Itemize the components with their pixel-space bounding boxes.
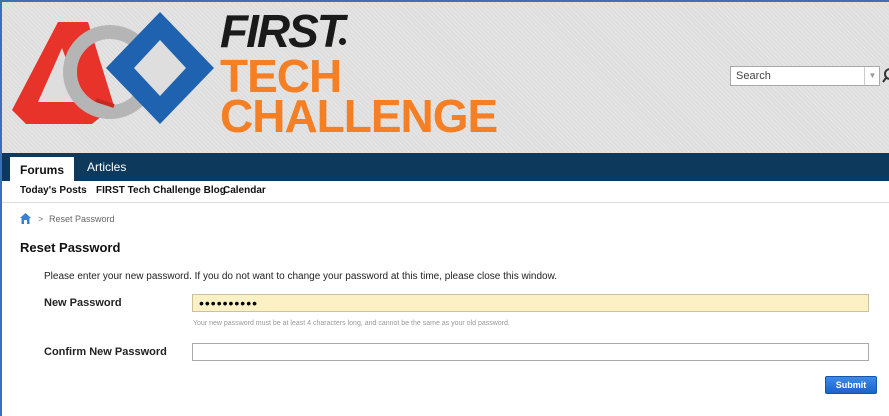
chevron-down-icon[interactable]: ▼ [864,67,880,85]
logo-dot [339,38,346,45]
tab-forums[interactable]: Forums [10,157,75,181]
confirm-password-label: Confirm New Password [44,346,167,358]
breadcrumb-current: Reset Password [49,214,115,224]
search-icon[interactable] [882,64,889,88]
submit-button[interactable]: Submit [825,376,877,394]
page-title: Reset Password [20,240,121,255]
logo-first-text: FIRST [220,5,345,57]
page-frame: FIRST TECH CHALLENGE ▼ Forums Articles T… [0,0,889,416]
first-logo-icon[interactable] [10,10,215,135]
search-box: ▼ [730,66,880,86]
site-header: FIRST TECH CHALLENGE ▼ [2,2,889,153]
tab-articles[interactable]: Articles [77,153,136,181]
subnav-ftc-blog[interactable]: FIRST Tech Challenge Blog [96,181,226,201]
subnav-todays-posts[interactable]: Today's Posts [20,181,87,201]
sub-nav: Today's Posts FIRST Tech Challenge Blog … [2,181,889,203]
home-icon[interactable] [20,213,31,224]
new-password-hint: Your new password must be at least 4 cha… [193,320,510,327]
breadcrumb-separator: > [38,214,44,224]
subnav-calendar[interactable]: Calendar [223,181,266,201]
confirm-password-field[interactable] [192,343,869,361]
new-password-field[interactable]: •••••••••• [192,294,869,312]
new-password-label: New Password [44,297,122,309]
search-input[interactable] [731,67,861,85]
logo-challenge-text: CHALLENGE [220,90,498,142]
main-nav: Forums Articles [2,153,889,181]
instructions-text: Please enter your new password. If you d… [44,271,558,282]
